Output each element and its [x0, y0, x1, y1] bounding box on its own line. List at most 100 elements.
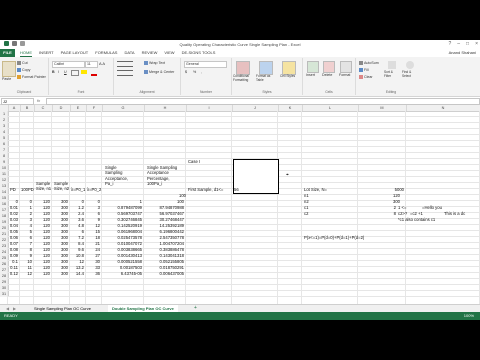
this-is-note: This is a dc [444, 210, 466, 216]
copy-icon [17, 68, 21, 73]
wrap-icon [144, 61, 148, 66]
wrap-text-button[interactable]: Wrap Text [144, 61, 165, 66]
tab-formulas[interactable]: FORMULAS [95, 49, 117, 57]
table-cell[interactable]: 300 [52, 271, 68, 277]
gridline [8, 116, 480, 117]
cell-styles-icon[interactable] [282, 61, 296, 75]
window-controls: ? – □ × [448, 41, 478, 47]
styles-group: Conditional Formatting Format as Table C… [232, 58, 303, 95]
cell-styles-button[interactable]: Cell Styles [280, 74, 298, 79]
name-box[interactable]: J2 [1, 98, 34, 105]
underline-button[interactable]: U [64, 70, 67, 74]
bold-button[interactable]: B [52, 70, 55, 74]
first-sample-label: First Sample, d1<= [188, 186, 224, 192]
table-cell[interactable]: 36 [86, 271, 100, 277]
tab-design-tools[interactable]: DE-SIGNS TOOLS [182, 49, 216, 57]
table-cell[interactable]: 12 [20, 271, 32, 277]
insert-button[interactable]: Insert [306, 73, 315, 77]
grow-font-button[interactable]: A A [99, 61, 105, 66]
align-top-icon[interactable] [117, 61, 133, 67]
currency-button[interactable]: $ [185, 70, 187, 74]
conditional-formatting-button[interactable]: Conditional Formatting [233, 74, 253, 82]
sort-filter-icon[interactable] [388, 61, 396, 69]
format-button[interactable]: Format [339, 73, 350, 77]
align-left-icon[interactable] [117, 70, 133, 76]
number-group: General $ % , Number [181, 58, 232, 95]
font-size-select[interactable]: 11 [85, 61, 98, 68]
format-icon[interactable] [340, 61, 352, 73]
tab-review[interactable]: REVIEW [142, 49, 158, 57]
tab-data[interactable]: DATA [124, 49, 134, 57]
tab-page-layout[interactable]: PAGE LAYOUT [61, 49, 89, 57]
format-as-table-button[interactable]: Format as Table [256, 74, 276, 82]
find-select-icon[interactable] [406, 61, 414, 69]
gridline [8, 284, 480, 285]
minimize-button[interactable]: – [457, 41, 460, 47]
table-cell[interactable]: 120 [34, 271, 50, 277]
table-cell[interactable]: 6.43745-05 [102, 271, 142, 277]
font-group: Calibri 11 A A B I U Font [49, 58, 114, 95]
table-cell[interactable]: 0.12 [8, 271, 18, 277]
file-tab[interactable]: FILE [0, 49, 15, 57]
formula-input[interactable] [46, 98, 480, 105]
tab-insert[interactable]: INSERT [39, 49, 54, 57]
table-cell[interactable]: 0.006437005 [144, 271, 184, 277]
window-title: Quality Operating Characteristic Curve S… [179, 42, 301, 47]
gridline [8, 152, 480, 153]
cut-button[interactable]: Cut [17, 61, 28, 66]
help-button[interactable]: ? [448, 41, 451, 47]
autosum-button[interactable]: AutoSum [359, 61, 379, 66]
comma-button[interactable]: , [201, 70, 202, 74]
c1-note: *c1 also contains c1 [398, 216, 436, 222]
delete-icon[interactable] [323, 61, 335, 73]
header-100pd: 100PD [21, 186, 34, 192]
paste-button[interactable]: Paste [2, 77, 11, 81]
ribbon-tabs: FILE HOME INSERT PAGE LAYOUT FORMULAS DA… [0, 49, 480, 57]
c2-value[interactable]: 8 [360, 211, 396, 217]
tab-home[interactable]: HOME [20, 49, 32, 57]
fill-button[interactable]: Fill [359, 68, 369, 73]
format-as-table-icon[interactable] [259, 61, 273, 75]
close-button[interactable]: × [475, 41, 478, 47]
font-name-select[interactable]: Calibri [52, 61, 85, 68]
tab-view[interactable]: VIEW [164, 49, 174, 57]
copy-button[interactable]: Copy [17, 68, 30, 73]
clipboard-group: Paste Cut Copy Format Painter Clipboard [0, 58, 49, 95]
merge-center-button[interactable]: Merge & Center [144, 70, 174, 75]
table-cell[interactable]: 14.4 [70, 271, 84, 277]
header-pd: PD [10, 186, 16, 192]
sort-filter-button[interactable]: Sort & Filter [384, 70, 400, 78]
find-select-button[interactable]: Find & Select [402, 70, 420, 78]
insert-icon[interactable] [307, 61, 319, 73]
gridline [8, 134, 480, 135]
alignment-group: Wrap Text Merge & Center Alignment [114, 58, 181, 95]
tab-list: HOME INSERT PAGE LAYOUT FORMULAS DATA RE… [20, 49, 215, 57]
borders-icon[interactable] [71, 70, 79, 76]
maximize-button[interactable]: □ [466, 41, 469, 47]
probability-formula: P(x<=1)=P(d=0)+P(d=1)+P(d=2) [304, 234, 365, 240]
add-sheet-button[interactable]: + [190, 305, 201, 312]
delete-button[interactable]: Delete [322, 73, 332, 77]
conditional-formatting-icon[interactable] [236, 61, 250, 75]
italic-button[interactable]: I [58, 70, 59, 74]
clear-button[interactable]: Clear [359, 75, 373, 80]
user-name[interactable]: Anand Shahani [449, 49, 476, 57]
zoom-level[interactable]: 100% [464, 312, 474, 320]
mouse-cursor-icon: ⌖ [286, 172, 289, 178]
status-bar: READY 100% [0, 312, 480, 320]
percent-button[interactable]: % [193, 70, 196, 74]
number-format-select[interactable]: General [184, 61, 227, 68]
gridline [8, 122, 480, 123]
clipboard-label: Clipboard [16, 90, 32, 94]
selected-shape[interactable] [233, 159, 279, 194]
sheet-tab-single[interactable]: Single Sampling Plan OC Curve [30, 305, 95, 312]
paste-icon[interactable] [2, 61, 16, 77]
font-color-icon[interactable] [91, 70, 97, 76]
scroll-right-icon[interactable]: ▶ [9, 305, 20, 312]
first-sample-value[interactable]: 56 [234, 187, 239, 193]
worksheet-grid[interactable]: 1 2 3 4 5 6 7 8 9 10 11 12 13 14 15 16 17 18 19 20 21 22 23 24 2… [0, 111, 480, 304]
fill-color-icon[interactable] [81, 70, 87, 74]
fx-icon[interactable]: fx [37, 98, 40, 103]
format-painter-button[interactable]: Format Painter [17, 75, 46, 80]
gridline [8, 140, 480, 141]
